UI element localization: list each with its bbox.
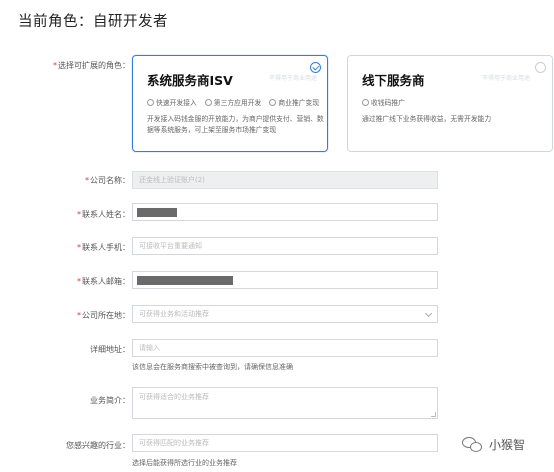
watermark-text: 小猴智 — [489, 438, 526, 452]
address-label: 详细地址： — [90, 345, 130, 354]
chevron-down-icon — [424, 309, 433, 318]
contact-email-input[interactable] — [132, 271, 438, 289]
role-card-offline[interactable]: 不得用于商业用途 线下服务商 收钱码推广 通过推广线下业务获得收益，无需开发能力 — [347, 55, 553, 152]
address-hint: 该信息会在服务商搜索中被查询到，请确保信息准确 — [132, 363, 293, 371]
wechat-watermark: 小猴智 — [462, 436, 525, 453]
role-card-title: 系统服务商ISV — [147, 73, 233, 88]
role-card-isv[interactable]: 不得用于商业用途 系统服务商ISV 快速开发接入 第三方应用开发 商业推广变现 … — [132, 55, 328, 152]
company-location-label: *公司所在地： — [77, 311, 130, 320]
card-watermark: 不得用于商业用途 — [481, 75, 530, 82]
card-watermark: 不得用于商业用途 — [268, 75, 317, 82]
check-circle-icon — [147, 98, 154, 106]
wechat-icon — [462, 436, 484, 453]
role-card-description: 开发接入码钱金服的开放能力，为商户提供支付、营销、数据等系统服务，可上架至服务市… — [147, 115, 324, 134]
check-circle-icon — [362, 98, 369, 106]
company-location-select[interactable]: 可获得业务和活动推荐 — [132, 305, 438, 323]
contact-name-input[interactable] — [132, 203, 438, 221]
redacted-value — [137, 208, 177, 217]
unselected-circle-icon — [535, 62, 546, 73]
role-label: *选择可扩展的角色： — [53, 61, 130, 70]
check-circle-icon — [204, 98, 212, 106]
contact-name-label: *联系人姓名： — [77, 210, 130, 219]
contact-phone-label: *联系人手机： — [77, 243, 130, 252]
selected-check-icon — [310, 62, 321, 73]
address-input[interactable]: 请输入 — [132, 339, 438, 357]
interested-industry-label: 您感兴趣的行业： — [66, 441, 130, 450]
company-name-label: *公司名称： — [85, 176, 130, 185]
interested-industry-hint: 选择后能获得所选行业的业务推荐 — [132, 459, 237, 467]
role-card-description: 通过推广线下业务获得收益，无需开发能力 — [362, 115, 492, 123]
check-circle-icon — [269, 98, 277, 106]
contact-phone-input[interactable]: 可接收平台重要通知 — [132, 237, 438, 255]
business-intro-label: 业务简介： — [90, 396, 130, 405]
page-title: 当前角色：自研开发者 — [18, 14, 168, 30]
redacted-value — [137, 276, 233, 285]
role-card-title: 线下服务商 — [362, 73, 425, 88]
contact-email-label: *联系人邮箱： — [77, 277, 130, 286]
interested-industry-input[interactable]: 可获得匹配的业务推荐 — [132, 434, 438, 452]
business-intro-textarea[interactable]: 可获得适合的业务推荐 — [132, 387, 438, 419]
resize-handle-icon[interactable] — [431, 412, 436, 417]
company-name-field: 还金线上验证账户(2) — [132, 171, 438, 189]
role-card-features: 快速开发接入 第三方应用开发 商业推广变现 — [147, 97, 319, 107]
role-card-features: 收钱码推广 — [362, 97, 405, 107]
